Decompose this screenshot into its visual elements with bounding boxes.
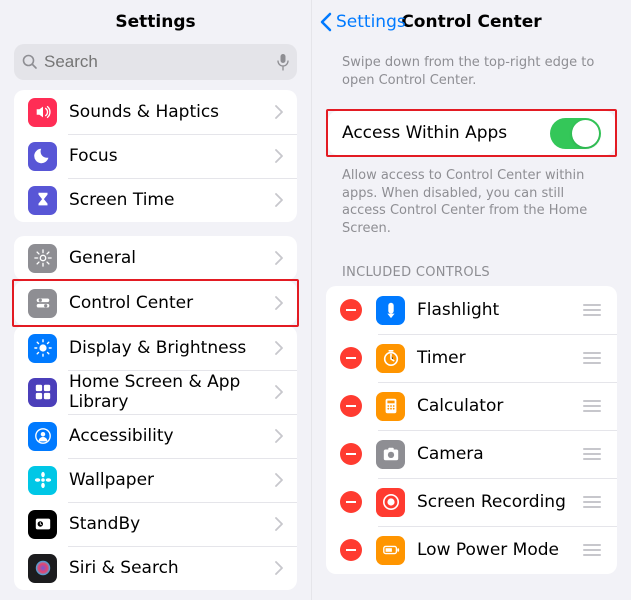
included-header: INCLUDED CONTROLS: [312, 247, 631, 286]
search-field[interactable]: [14, 44, 297, 80]
hourglass-icon: [28, 186, 57, 215]
remove-button[interactable]: [340, 347, 362, 369]
settings-group-2: General: [14, 236, 297, 280]
control-row-flashlight: Flashlight: [326, 286, 617, 334]
drag-handle-icon[interactable]: [581, 304, 603, 316]
settings-row-accessibility[interactable]: Accessibility: [14, 414, 297, 458]
calc-icon: [376, 392, 405, 421]
row-label: StandBy: [69, 514, 275, 534]
person-icon: [28, 422, 57, 451]
row-label: Wallpaper: [69, 470, 275, 490]
drag-handle-icon[interactable]: [581, 496, 603, 508]
back-button[interactable]: Settings: [312, 12, 406, 32]
control-label: Flashlight: [417, 300, 581, 320]
row-label: Control Center: [69, 293, 275, 313]
row-label: Siri & Search: [69, 558, 275, 578]
camera-icon: [376, 440, 405, 469]
settings-row-screen-time[interactable]: Screen Time: [14, 178, 297, 222]
control-row-camera: Camera: [326, 430, 617, 478]
control-row-low-power-mode: Low Power Mode: [326, 526, 617, 574]
settings-row-standby[interactable]: StandBy: [14, 502, 297, 546]
row-label: Screen Time: [69, 190, 275, 210]
access-toggle[interactable]: [550, 118, 601, 149]
access-highlight: Access Within Apps: [326, 109, 617, 157]
drag-handle-icon[interactable]: [581, 448, 603, 460]
remove-button[interactable]: [340, 299, 362, 321]
settings-row-home-screen-app-library[interactable]: Home Screen & App Library: [14, 370, 297, 414]
siri-icon: [28, 554, 57, 583]
control-row-calculator: Calculator: [326, 382, 617, 430]
remove-button[interactable]: [340, 491, 362, 513]
remove-button[interactable]: [340, 395, 362, 417]
row-label: General: [69, 248, 275, 268]
access-within-apps-row: Access Within Apps: [328, 111, 615, 155]
control-label: Timer: [417, 348, 581, 368]
settings-row-general[interactable]: General: [14, 236, 297, 280]
sliders-icon: [28, 289, 57, 318]
row-label: Sounds & Haptics: [69, 102, 275, 122]
drag-handle-icon[interactable]: [581, 544, 603, 556]
settings-group-1: Sounds & Haptics Focus Screen Time: [14, 90, 297, 222]
chevron-right-icon: [275, 193, 283, 207]
clock-icon: [28, 510, 57, 539]
timer-icon: [376, 344, 405, 373]
search-input[interactable]: [44, 52, 277, 72]
control-label: Calculator: [417, 396, 581, 416]
control-label: Camera: [417, 444, 581, 464]
row-label: Focus: [69, 146, 275, 166]
access-label: Access Within Apps: [342, 123, 550, 143]
flower-icon: [28, 466, 57, 495]
chevron-right-icon: [275, 385, 283, 399]
left-header: Settings: [0, 0, 311, 44]
access-desc: Allow access to Control Center within ap…: [312, 157, 631, 247]
back-label: Settings: [336, 12, 406, 32]
chevron-right-icon: [275, 296, 283, 310]
chevron-right-icon: [275, 473, 283, 487]
control-center-pane: Settings Control Center Swipe down from …: [312, 0, 631, 600]
drag-handle-icon[interactable]: [581, 352, 603, 364]
row-label: Accessibility: [69, 426, 275, 446]
remove-button[interactable]: [340, 443, 362, 465]
row-label: Home Screen & App Library: [69, 372, 275, 412]
control-center-highlight: Control Center: [12, 279, 299, 327]
right-header: Settings Control Center: [312, 0, 631, 44]
mic-icon[interactable]: [277, 53, 289, 71]
settings-row-display-brightness[interactable]: Display & Brightness: [14, 326, 297, 370]
control-row-screen-recording: Screen Recording: [326, 478, 617, 526]
speaker-icon: [28, 98, 57, 127]
settings-pane: Settings Sounds & Haptics Focus Screen T…: [0, 0, 312, 600]
chevron-right-icon: [275, 149, 283, 163]
settings-row-sounds-haptics[interactable]: Sounds & Haptics: [14, 90, 297, 134]
row-label: Display & Brightness: [69, 338, 275, 358]
rec-icon: [376, 488, 405, 517]
battery-icon: [376, 536, 405, 565]
chevron-right-icon: [275, 341, 283, 355]
chevron-left-icon: [320, 12, 332, 32]
control-row-timer: Timer: [326, 334, 617, 382]
control-label: Low Power Mode: [417, 540, 581, 560]
search-icon: [22, 54, 38, 70]
gear-icon: [28, 244, 57, 273]
settings-row-wallpaper[interactable]: Wallpaper: [14, 458, 297, 502]
drag-handle-icon[interactable]: [581, 400, 603, 412]
chevron-right-icon: [275, 517, 283, 531]
control-label: Screen Recording: [417, 492, 581, 512]
settings-group-2b: Display & Brightness Home Screen & App L…: [14, 326, 297, 590]
settings-row-control-center[interactable]: Control Center: [14, 281, 297, 325]
settings-row-focus[interactable]: Focus: [14, 134, 297, 178]
grid-icon: [28, 378, 57, 407]
sun-icon: [28, 334, 57, 363]
chevron-right-icon: [275, 429, 283, 443]
settings-row-siri-search[interactable]: Siri & Search: [14, 546, 297, 590]
chevron-right-icon: [275, 105, 283, 119]
moon-icon: [28, 142, 57, 171]
settings-title: Settings: [0, 12, 311, 32]
chevron-right-icon: [275, 561, 283, 575]
intro-text: Swipe down from the top-right edge to op…: [312, 44, 631, 99]
flash-icon: [376, 296, 405, 325]
remove-button[interactable]: [340, 539, 362, 561]
chevron-right-icon: [275, 251, 283, 265]
included-controls-group: Flashlight Timer Calculator Camera Scree…: [326, 286, 617, 574]
